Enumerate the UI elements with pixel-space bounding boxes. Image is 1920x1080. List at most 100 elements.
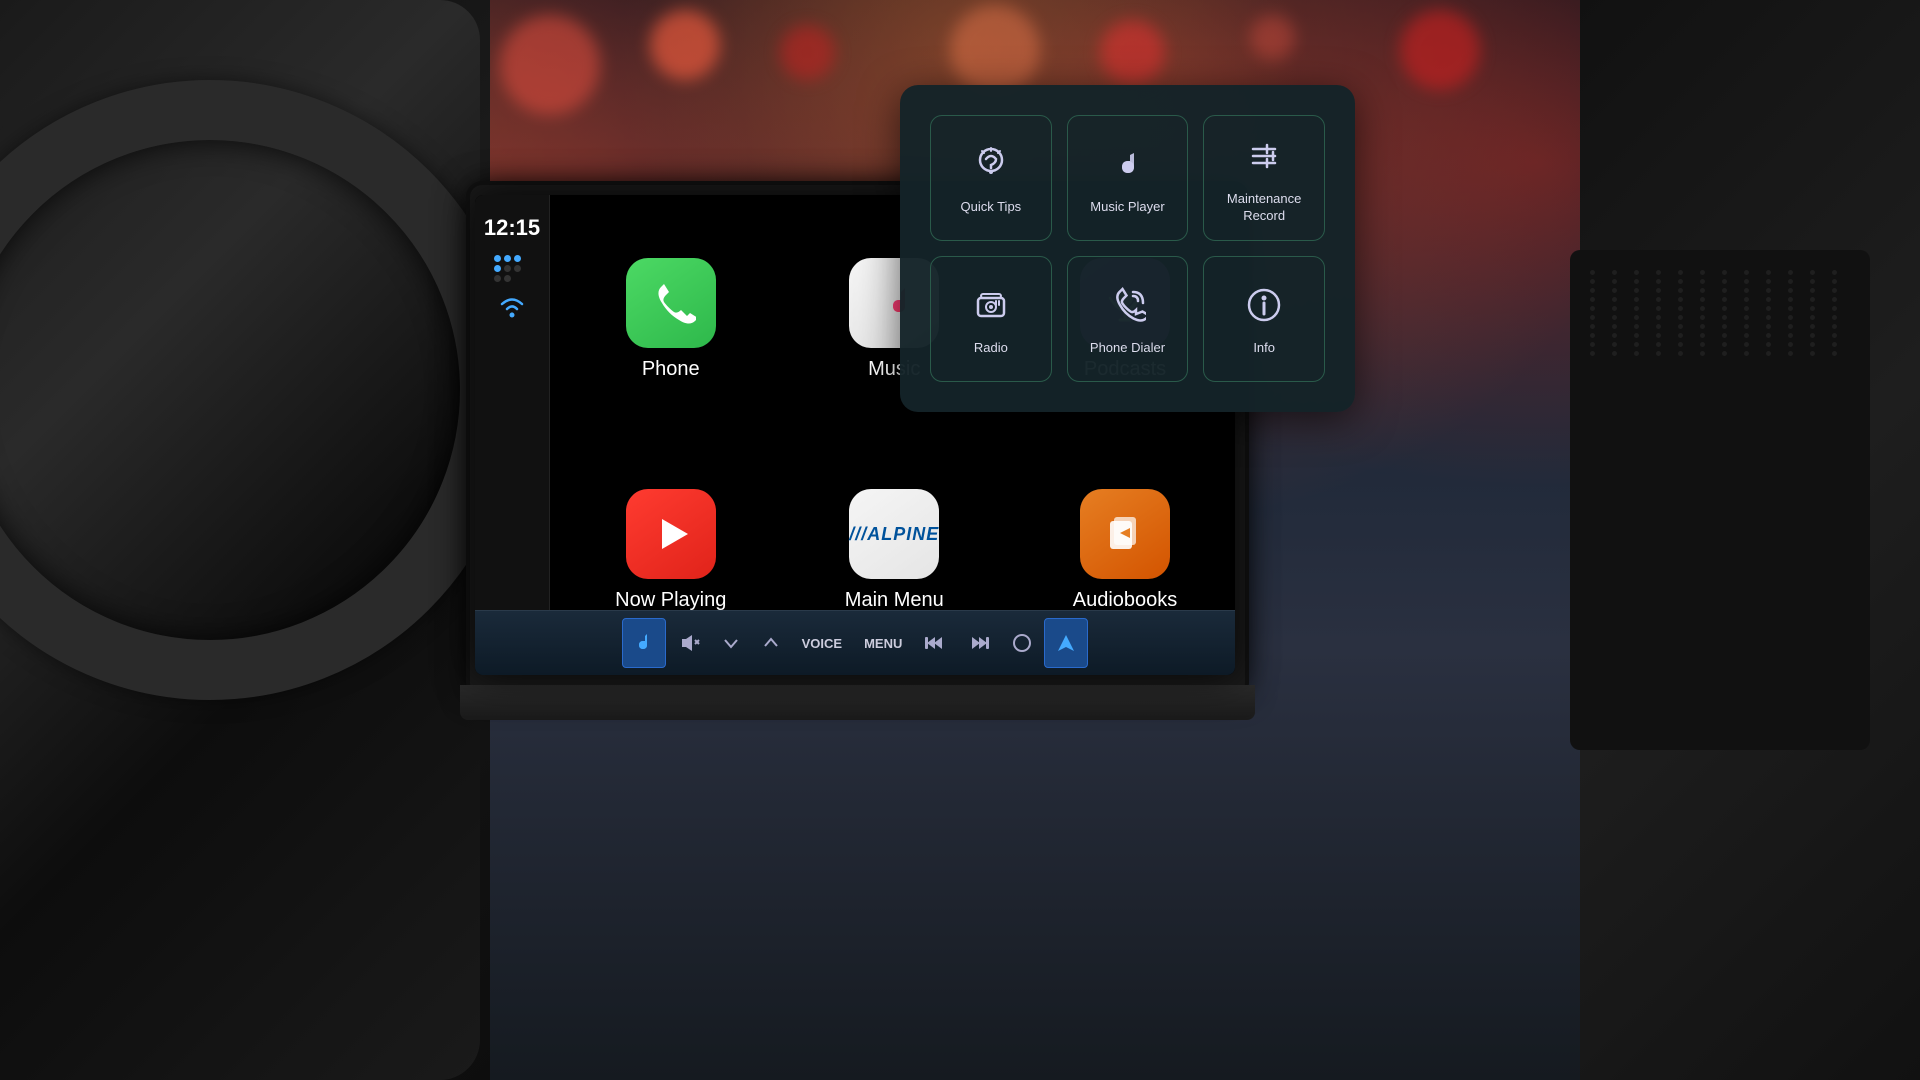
speaker-dot-57 — [1788, 306, 1793, 311]
main-menu-label: Main Menu — [845, 589, 944, 612]
speaker-dot-94 — [1810, 333, 1815, 338]
speaker-dot-68 — [1766, 315, 1771, 320]
mute-control-btn[interactable] — [668, 618, 710, 668]
scroll-up-btn[interactable] — [752, 618, 790, 668]
speaker-dot-41 — [1700, 297, 1705, 302]
speaker-dot-27 — [1656, 288, 1661, 293]
prev-track-btn[interactable] — [914, 618, 956, 668]
speaker-dot-105 — [1788, 342, 1793, 347]
speaker-dot-44 — [1766, 297, 1771, 302]
bokeh-4 — [780, 25, 835, 80]
speaker-dot-22 — [1810, 279, 1815, 284]
scroll-down-btn[interactable] — [712, 618, 750, 668]
speaker-dot-106 — [1810, 342, 1815, 347]
speaker-dot-89 — [1700, 333, 1705, 338]
speaker-dot-96 — [1590, 342, 1595, 347]
speaker-dot-11 — [1832, 270, 1837, 275]
signal-dot-3 — [494, 265, 501, 272]
speaker-dot-111 — [1656, 351, 1661, 356]
speaker-dot-115 — [1744, 351, 1749, 356]
speaker-dot-0 — [1590, 270, 1595, 275]
speaker-dot-95 — [1832, 333, 1837, 338]
speaker-dot-3 — [1656, 270, 1661, 275]
alpine-logo: ///ALPINE — [849, 524, 939, 545]
radio-item[interactable]: Radio — [930, 256, 1052, 382]
speaker-dot-84 — [1590, 333, 1595, 338]
bokeh-6 — [1100, 20, 1165, 85]
speaker-dot-63 — [1656, 315, 1661, 320]
signal-dot-0 — [494, 255, 501, 262]
speaker-dot-64 — [1678, 315, 1683, 320]
speaker-dot-23 — [1832, 279, 1837, 284]
speaker-dot-62 — [1634, 315, 1639, 320]
speaker-dot-104 — [1766, 342, 1771, 347]
speaker-dot-36 — [1590, 297, 1595, 302]
music-player-item[interactable]: Music Player — [1067, 115, 1189, 241]
speaker-dot-49 — [1612, 306, 1617, 311]
music-control-btn[interactable] — [622, 618, 666, 668]
speaker-dot-118 — [1810, 351, 1815, 356]
speaker-dot-80 — [1766, 324, 1771, 329]
speaker-dot-17 — [1700, 279, 1705, 284]
speaker-dot-72 — [1590, 324, 1595, 329]
bokeh-3 — [650, 10, 720, 80]
speaker-dot-25 — [1612, 288, 1617, 293]
info-icon — [1239, 280, 1289, 330]
menu-label: MENU — [864, 636, 902, 651]
voice-control-btn[interactable]: VOICE — [792, 618, 852, 668]
bokeh-2 — [500, 15, 600, 115]
speaker-dot-61 — [1612, 315, 1617, 320]
speaker-dot-92 — [1766, 333, 1771, 338]
circle-control-btn[interactable] — [1002, 618, 1042, 668]
speaker-dot-9 — [1788, 270, 1793, 275]
menu-control-btn[interactable]: MENU — [854, 618, 912, 668]
popup-menu: Quick Tips Music Player Maintenance Reco… — [900, 85, 1355, 412]
maintenance-record-item[interactable]: Maintenance Record — [1203, 115, 1325, 241]
speaker-dot-13 — [1612, 279, 1617, 284]
speaker-dot-77 — [1700, 324, 1705, 329]
speaker-dot-16 — [1678, 279, 1683, 284]
quick-tips-icon — [966, 139, 1016, 189]
speaker-dot-109 — [1612, 351, 1617, 356]
speaker-dot-52 — [1678, 306, 1683, 311]
speaker-dot-59 — [1832, 306, 1837, 311]
speaker-dot-38 — [1634, 297, 1639, 302]
audiobooks-label: Audiobooks — [1073, 589, 1178, 612]
speaker-dots-grid — [1570, 250, 1870, 376]
speaker-dot-7 — [1744, 270, 1749, 275]
speaker-dot-20 — [1766, 279, 1771, 284]
speaker-dot-35 — [1832, 288, 1837, 293]
bokeh-5 — [950, 5, 1040, 95]
speaker-dot-83 — [1832, 324, 1837, 329]
speaker-dot-10 — [1810, 270, 1815, 275]
maintenance-record-label: Maintenance Record — [1214, 191, 1314, 225]
info-item[interactable]: Info — [1203, 256, 1325, 382]
speaker-dot-97 — [1612, 342, 1617, 347]
maintenance-record-icon — [1239, 131, 1289, 181]
nav-control-btn[interactable] — [1044, 618, 1088, 668]
speaker-dot-43 — [1744, 297, 1749, 302]
quick-tips-item[interactable]: Quick Tips — [930, 115, 1052, 241]
phone-app[interactable]: Phone — [560, 205, 782, 434]
phone-dialer-item[interactable]: Phone Dialer — [1067, 256, 1189, 382]
speaker-dot-112 — [1678, 351, 1683, 356]
speaker-dot-2 — [1634, 270, 1639, 275]
phone-dialer-label: Phone Dialer — [1090, 340, 1165, 357]
speaker-dot-42 — [1722, 297, 1727, 302]
speaker-dot-107 — [1832, 342, 1837, 347]
speaker-dot-91 — [1744, 333, 1749, 338]
signal-dots — [494, 255, 530, 282]
signal-dot-5 — [514, 265, 521, 272]
dash-bezel — [460, 685, 1255, 720]
clock-display: 12:15 — [484, 215, 540, 241]
next-track-btn[interactable] — [958, 618, 1000, 668]
radio-label: Radio — [974, 340, 1008, 357]
bokeh-8 — [1400, 10, 1480, 90]
speaker-dot-12 — [1590, 279, 1595, 284]
speaker-dot-5 — [1700, 270, 1705, 275]
phone-label: Phone — [642, 358, 700, 381]
speaker-dot-76 — [1678, 324, 1683, 329]
speaker-dot-60 — [1590, 315, 1595, 320]
bokeh-7 — [1250, 15, 1295, 60]
phone-icon — [626, 258, 716, 348]
